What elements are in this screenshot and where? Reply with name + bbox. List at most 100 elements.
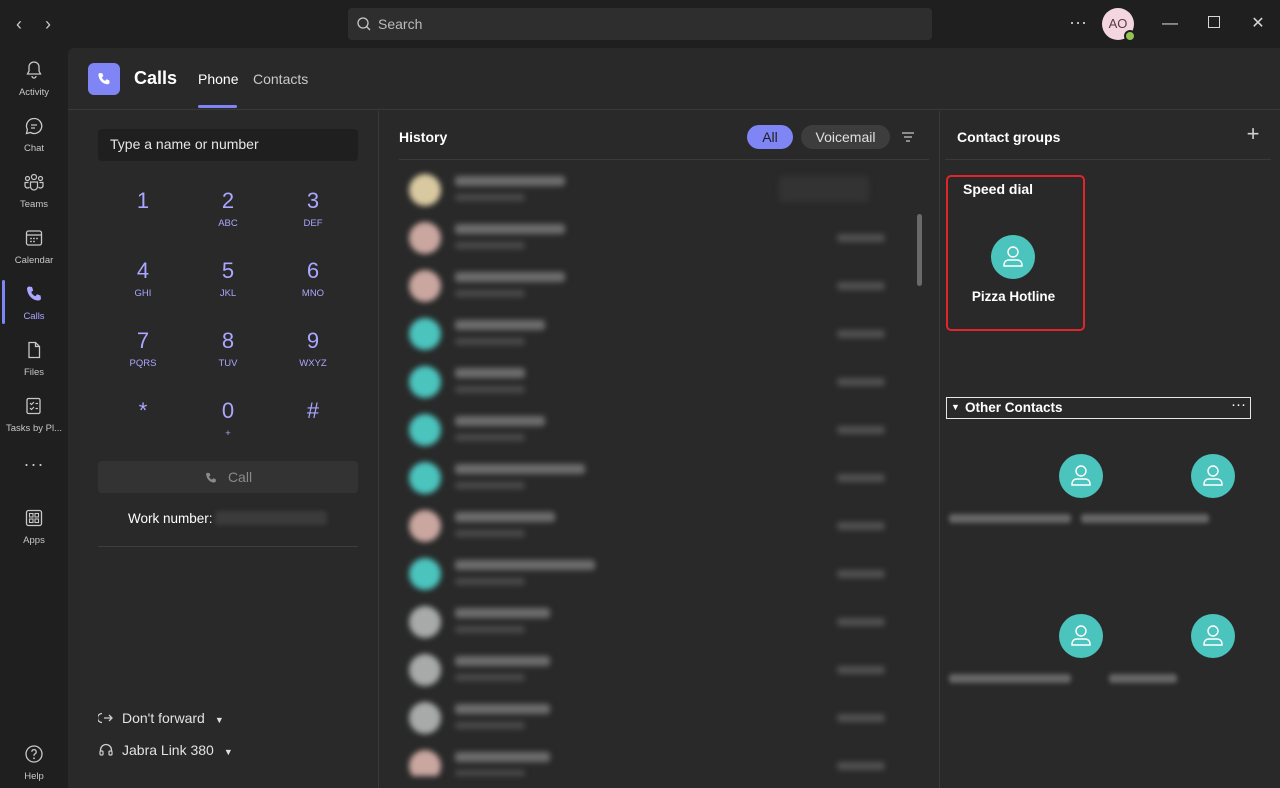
history-row[interactable]	[399, 694, 909, 742]
forward-label: Don't forward	[122, 710, 205, 726]
dial-key-9[interactable]: 9 WXYZ	[283, 327, 343, 383]
contact-avatar[interactable]	[1059, 614, 1103, 658]
contact-avatar[interactable]	[1191, 614, 1235, 658]
key-letters: ABC	[218, 218, 238, 229]
key-letters: JKL	[219, 288, 237, 299]
tab-contacts[interactable]: Contacts	[253, 71, 308, 87]
more-options-icon[interactable]: ···	[1231, 396, 1246, 413]
dial-key-3[interactable]: 3 DEF	[283, 187, 343, 243]
filter-all-button[interactable]: All	[747, 125, 793, 149]
key-letters: MNO	[301, 288, 325, 299]
key-digit: 3	[306, 188, 320, 213]
contact-avatar[interactable]	[1191, 454, 1235, 498]
dial-key-5[interactable]: 5 JKL	[198, 257, 258, 313]
history-row[interactable]	[399, 262, 909, 310]
rail-item-files[interactable]: Files	[0, 332, 68, 384]
filter-voicemail-button[interactable]: Voicemail	[801, 125, 890, 149]
more-options-icon[interactable]: ···	[1066, 12, 1090, 36]
contact-groups-title: Contact groups	[957, 129, 1061, 145]
presence-available-icon	[1124, 30, 1136, 42]
close-icon[interactable]: ✕	[1246, 12, 1270, 36]
divider	[945, 159, 1271, 160]
history-row[interactable]	[399, 454, 909, 502]
search-placeholder: Search	[378, 16, 423, 32]
key-digit: #	[306, 398, 320, 423]
forward-icon	[96, 712, 113, 724]
divider	[399, 159, 929, 160]
dial-input-placeholder: Type a name or number	[110, 136, 259, 152]
add-group-icon[interactable]: +	[1243, 123, 1263, 145]
other-contacts-group-header[interactable]: ▼ Other Contacts ···	[946, 396, 1251, 419]
rail-item-calls[interactable]: Calls	[0, 276, 68, 328]
back-arrow-icon[interactable]: ‹	[9, 14, 29, 34]
audio-device-dropdown[interactable]: Jabra Link 380 ▼	[98, 742, 233, 758]
scrollbar[interactable]	[917, 214, 922, 286]
search-input[interactable]: Search	[348, 8, 932, 40]
call-button[interactable]: Call	[98, 461, 358, 493]
history-row[interactable]	[399, 742, 909, 776]
divider	[98, 546, 358, 547]
chevron-down-icon: ▼	[223, 747, 233, 757]
bell-icon	[26, 61, 42, 79]
maximize-icon[interactable]	[1202, 12, 1226, 36]
rail-item-apps[interactable]: Apps	[0, 500, 68, 552]
dial-key-4[interactable]: 4 GHI	[113, 257, 173, 313]
dial-number-input[interactable]: Type a name or number	[98, 129, 358, 161]
rail-label: Help	[24, 771, 44, 782]
key-digit: 0	[221, 398, 235, 423]
dial-key-8[interactable]: 8 TUV	[198, 327, 258, 383]
chevron-down-icon: ▼	[951, 402, 960, 412]
call-forwarding-dropdown[interactable]: Don't forward ▼	[96, 710, 224, 726]
work-number: Work number:	[128, 511, 327, 526]
dial-key-6[interactable]: 6 MNO	[283, 257, 343, 313]
history-row[interactable]	[399, 406, 909, 454]
contact-avatar[interactable]	[1059, 454, 1103, 498]
history-row[interactable]	[399, 646, 909, 694]
key-digit: 7	[136, 328, 150, 353]
rail-item-help[interactable]: Help	[0, 736, 68, 788]
key-digit: 4	[136, 258, 150, 283]
key-digit: 5	[221, 258, 235, 283]
dial-key-1[interactable]: 1	[113, 187, 173, 243]
history-row[interactable]	[399, 502, 909, 550]
contact-avatar[interactable]	[991, 235, 1035, 279]
history-row[interactable]	[399, 214, 909, 262]
forward-arrow-icon[interactable]: ›	[38, 14, 58, 34]
key-letters: +	[225, 428, 231, 439]
history-panel: History All Voicemail	[379, 111, 940, 788]
dial-key-hash[interactable]: #	[283, 397, 343, 453]
filter-icon[interactable]	[900, 129, 916, 145]
more-apps-icon[interactable]: ···	[0, 448, 68, 488]
key-digit: *	[138, 398, 148, 423]
key-digit: 1	[136, 188, 150, 213]
rail-item-teams[interactable]: Teams	[0, 164, 68, 216]
history-row[interactable]	[399, 598, 909, 646]
rail-item-tasks[interactable]: Tasks by Pl...	[0, 388, 68, 440]
rail-item-calendar[interactable]: Calendar	[0, 220, 68, 272]
rail-label: Calendar	[14, 255, 54, 266]
speed-dial-contact-name[interactable]: Pizza Hotline	[941, 289, 1086, 304]
person-icon	[1071, 465, 1091, 486]
contact-name-redacted	[949, 514, 1071, 523]
history-row[interactable]	[399, 358, 909, 406]
dial-key-7[interactable]: 7 PQRS	[113, 327, 173, 383]
key-letters: WXYZ	[299, 358, 327, 369]
history-row[interactable]	[399, 166, 909, 214]
search-icon	[357, 17, 371, 31]
avatar[interactable]: AO	[1102, 8, 1136, 42]
contact-name-redacted	[949, 674, 1071, 683]
rail-item-activity[interactable]: Activity	[0, 52, 68, 104]
tab-phone[interactable]: Phone	[198, 71, 238, 87]
dial-key-star[interactable]: *	[113, 397, 173, 453]
rail-item-chat[interactable]: Chat	[0, 108, 68, 160]
dial-key-2[interactable]: 2 ABC	[198, 187, 258, 243]
dialpad-panel: Type a name or number 1 2 ABC 3 DEF 4 GHI 5…	[68, 111, 379, 788]
dial-key-0[interactable]: 0 +	[198, 397, 258, 453]
history-row[interactable]	[399, 550, 909, 598]
key-digit: 6	[306, 258, 320, 283]
phone-icon	[27, 286, 41, 301]
history-row[interactable]	[399, 310, 909, 358]
minimize-icon[interactable]: —	[1158, 12, 1182, 36]
rail-label: Chat	[23, 143, 45, 154]
rail-label: Files	[23, 367, 45, 378]
